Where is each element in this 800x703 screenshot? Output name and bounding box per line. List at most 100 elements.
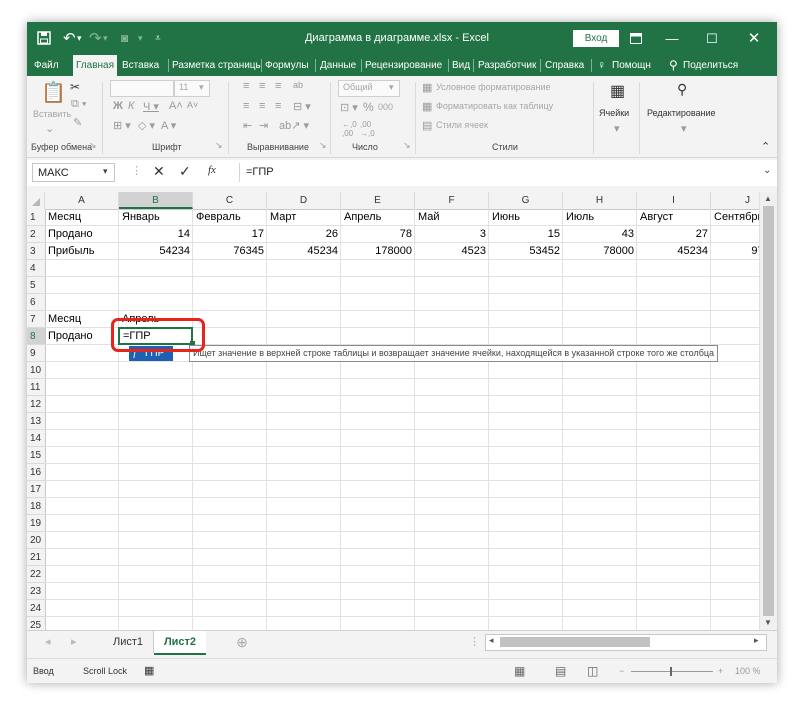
font-size-dropdown-icon[interactable]: ▾ — [199, 82, 204, 93]
row-header-21[interactable]: 21 — [27, 549, 45, 566]
tab-home[interactable]: Главная — [73, 55, 117, 76]
cell-a7[interactable]: Месяц — [45, 311, 119, 328]
sheet-tab-2[interactable]: Лист2 — [154, 631, 206, 655]
cells-icon[interactable]: ▦ — [610, 81, 625, 101]
cell-d3[interactable]: 45234 — [267, 243, 341, 260]
row-header-4[interactable]: 4 — [27, 260, 45, 277]
zoom-slider-thumb[interactable] — [670, 667, 672, 676]
cell-h2[interactable]: 43 — [563, 226, 637, 243]
cell-f3[interactable]: 4523 — [415, 243, 489, 260]
increase-decimal-icon[interactable]: ←,0,00 — [342, 120, 357, 138]
undo-icon[interactable]: ↶ — [63, 22, 76, 55]
wrap-text-icon[interactable]: ab — [293, 80, 303, 90]
horizontal-scrollbar[interactable]: ◂ ▸ — [485, 634, 767, 651]
align-bottom-icon[interactable]: ≡ — [275, 80, 281, 92]
decrease-font-icon[interactable]: A˅ — [187, 100, 198, 110]
add-sheet-icon[interactable]: ⊕ — [232, 631, 252, 653]
scroll-up-icon[interactable]: ▲ — [764, 194, 772, 203]
row-header-3[interactable]: 3 — [27, 243, 45, 260]
italic-icon[interactable]: К — [128, 100, 134, 112]
row-header-6[interactable]: 6 — [27, 294, 45, 311]
select-all-corner[interactable] — [27, 192, 45, 209]
number-format-box[interactable]: Общий ▾ — [338, 80, 400, 97]
cell-a2[interactable]: Продано — [45, 226, 119, 243]
cell-g1[interactable]: Июнь — [489, 209, 563, 226]
cell-i3[interactable]: 45234 — [637, 243, 711, 260]
cancel-icon[interactable]: ✕ — [153, 163, 165, 180]
normal-view-icon[interactable]: ▦ — [514, 659, 525, 683]
editing-button[interactable]: Редактирование — [647, 108, 716, 118]
increase-indent-icon[interactable]: ⇥ — [259, 119, 268, 132]
column-header-f[interactable]: F — [415, 192, 489, 209]
vertical-scrollbar[interactable]: ▲ ▼ — [759, 192, 777, 630]
share-button[interactable]: Поделиться — [683, 55, 738, 76]
cell-c3[interactable]: 76345 — [193, 243, 267, 260]
sheet-tab-1[interactable]: Лист1 — [103, 631, 154, 653]
column-header-g[interactable]: G — [489, 192, 563, 209]
page-break-view-icon[interactable]: ◫ — [587, 659, 598, 683]
paste-dropdown-icon[interactable]: ⌄ — [45, 122, 54, 135]
cell-a3[interactable]: Прибыль — [45, 243, 119, 260]
formula-input[interactable]: =ГПР — [239, 163, 769, 182]
column-header-i[interactable]: I — [637, 192, 711, 209]
number-launcher-icon[interactable]: ↘ — [403, 140, 411, 151]
enter-icon[interactable]: ✓ — [179, 163, 191, 180]
column-header-b[interactable]: B — [119, 192, 193, 209]
customize-icon[interactable]: ⩡ — [155, 22, 161, 55]
redo-dropdown-icon[interactable]: ▾ — [103, 22, 108, 55]
tab-file[interactable]: Файл — [34, 55, 59, 76]
name-box-dropdown-icon[interactable]: ▾ — [103, 166, 108, 177]
redo-icon[interactable]: ↷ — [89, 22, 102, 55]
paste-label[interactable]: Вставить — [33, 109, 71, 119]
row-header-13[interactable]: 13 — [27, 413, 45, 430]
row-header-2[interactable]: 2 — [27, 226, 45, 243]
camera-dropdown-icon[interactable]: ▾ — [138, 22, 143, 55]
format-table-icon[interactable]: ▦ — [422, 100, 432, 113]
bold-icon[interactable]: Ж — [113, 100, 123, 112]
lightbulb-icon[interactable]: ♀ — [597, 55, 606, 76]
column-header-h[interactable]: H — [563, 192, 637, 209]
row-header-8[interactable]: 8 — [27, 328, 45, 345]
tab-insert[interactable]: Вставка — [122, 55, 159, 76]
row-header-15[interactable]: 15 — [27, 447, 45, 464]
row-header-11[interactable]: 11 — [27, 379, 45, 396]
row-header-24[interactable]: 24 — [27, 600, 45, 617]
row-header-19[interactable]: 19 — [27, 515, 45, 532]
row-header-7[interactable]: 7 — [27, 311, 45, 328]
row-header-17[interactable]: 17 — [27, 481, 45, 498]
zoom-slider[interactable] — [631, 667, 713, 676]
cell-i1[interactable]: Август — [637, 209, 711, 226]
paste-icon[interactable]: 📋 — [41, 80, 66, 105]
cell-b3[interactable]: 54234 — [119, 243, 193, 260]
prev-sheet-icon[interactable]: ◂ — [45, 631, 51, 653]
collapse-ribbon-icon[interactable]: ⌃ — [761, 140, 770, 153]
row-header-12[interactable]: 12 — [27, 396, 45, 413]
cell-d1[interactable]: Март — [267, 209, 341, 226]
column-header-a[interactable]: A — [45, 192, 119, 209]
active-cell-b8[interactable]: =ГПР — [118, 327, 193, 345]
insert-function-icon[interactable]: fx — [208, 164, 216, 176]
row-header-1[interactable]: 1 — [27, 209, 45, 226]
macro-record-icon[interactable]: ▦ — [144, 659, 154, 683]
cells-button[interactable]: Ячейки — [599, 108, 629, 118]
sign-in-button[interactable]: Вход — [573, 30, 619, 47]
copy-icon[interactable]: ⧉ ▾ — [71, 98, 87, 111]
cell-g3[interactable]: 53452 — [489, 243, 563, 260]
column-header-d[interactable]: D — [267, 192, 341, 209]
close-icon[interactable]: ✕ — [737, 22, 771, 55]
align-center-icon[interactable]: ≡ — [259, 100, 265, 112]
vertical-scroll-thumb[interactable] — [763, 206, 774, 616]
cells-dropdown-icon[interactable]: ▾ — [614, 122, 620, 135]
scroll-left-icon[interactable]: ◂ — [489, 635, 494, 646]
row-header-25[interactable]: 25 — [27, 617, 45, 630]
zoom-out-button[interactable]: − — [619, 659, 624, 683]
tell-me-search[interactable]: Помощн — [612, 55, 651, 76]
cell-h3[interactable]: 78000 — [563, 243, 637, 260]
scroll-right-icon[interactable]: ▸ — [754, 635, 759, 646]
share-icon[interactable]: ⚲ — [669, 55, 678, 76]
cell-styles-button[interactable]: Стили ячеек — [436, 120, 488, 130]
row-header-20[interactable]: 20 — [27, 532, 45, 549]
page-layout-view-icon[interactable]: ▤ — [555, 659, 566, 683]
cell-b7[interactable]: Апрель — [119, 311, 193, 328]
font-launcher-icon[interactable]: ↘ — [215, 140, 223, 151]
